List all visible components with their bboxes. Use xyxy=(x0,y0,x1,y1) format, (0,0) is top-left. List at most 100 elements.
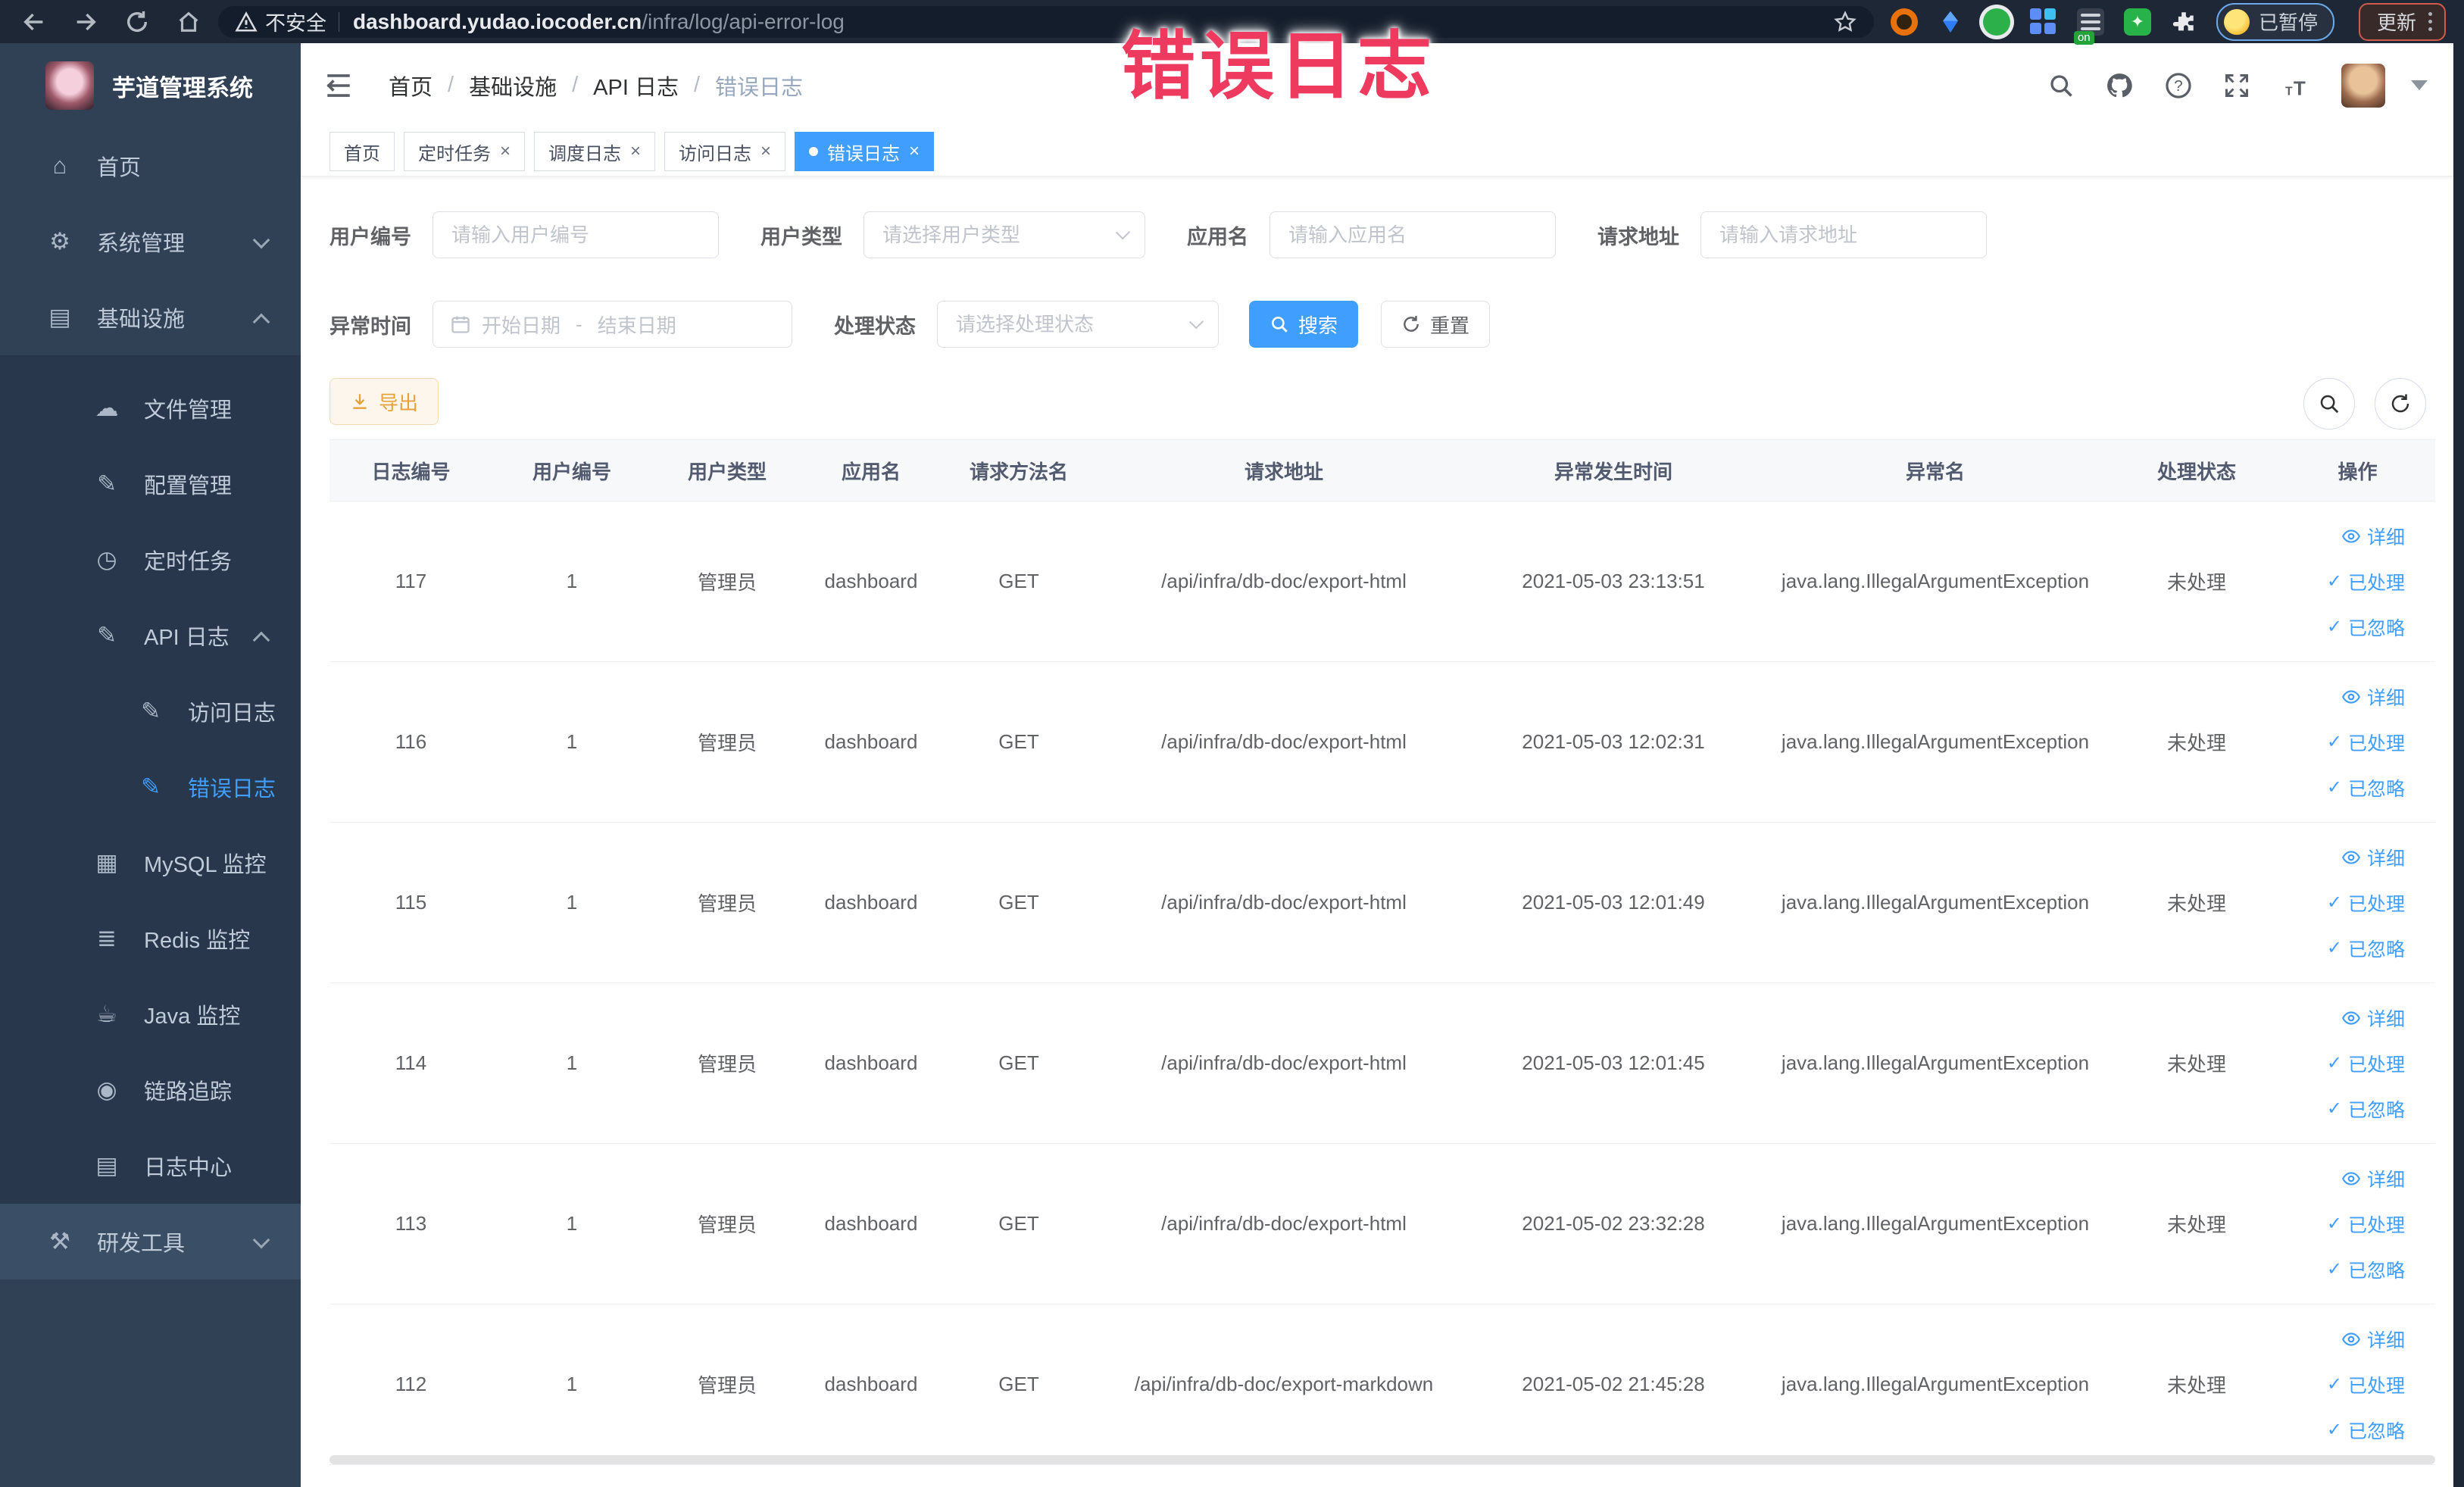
mark-ignored-link[interactable]: ✓ 已忽略 xyxy=(2327,935,2405,962)
reset-button[interactable]: 重置 xyxy=(1381,301,1491,348)
user-id-field[interactable] xyxy=(433,211,719,258)
tab-schedule-log[interactable]: 调度日志 × xyxy=(534,132,656,171)
mark-processed-link[interactable]: ✓ 已处理 xyxy=(2327,1050,2405,1077)
security-label[interactable]: 不安全 xyxy=(265,7,326,36)
sidebar-item-redis-monitor[interactable]: ≣ Redis 监控 xyxy=(0,901,301,976)
toggle-search-button[interactable] xyxy=(2303,378,2355,430)
detail-link[interactable]: 详细 xyxy=(2341,1165,2405,1192)
horizontal-scrollbar[interactable] xyxy=(329,1455,2435,1464)
end-date-placeholder[interactable]: 结束日期 xyxy=(598,311,676,339)
mark-ignored-link[interactable]: ✓ 已忽略 xyxy=(2327,774,2405,801)
request-url-field[interactable] xyxy=(1700,211,1987,258)
browser-menu-icon[interactable] xyxy=(2428,12,2432,31)
sidebar-item-api-log[interactable]: ✎ API 日志 xyxy=(0,598,301,673)
mark-ignored-link[interactable]: ✓ 已忽略 xyxy=(2327,1256,2405,1283)
sidebar-item-home[interactable]: ⌂ 首页 xyxy=(0,128,301,204)
user-type-input[interactable] xyxy=(881,222,1118,248)
sidebar-toggle-icon[interactable] xyxy=(323,72,354,99)
fullscreen-icon[interactable] xyxy=(2223,72,2250,99)
breadcrumb-home[interactable]: 首页 xyxy=(389,70,433,102)
start-date-placeholder[interactable]: 开始日期 xyxy=(482,311,561,339)
search-button[interactable]: 搜索 xyxy=(1249,301,1359,348)
process-status-select[interactable] xyxy=(937,301,1219,348)
mark-processed-link[interactable]: ✓ 已处理 xyxy=(2327,1371,2405,1398)
mark-ignored-link[interactable]: ✓ 已忽略 xyxy=(2327,1095,2405,1123)
extension-sparkle-icon[interactable]: ✦ xyxy=(2123,8,2151,36)
close-icon[interactable]: × xyxy=(630,141,641,162)
user-type-select[interactable] xyxy=(863,211,1145,258)
exception-time-range-picker[interactable]: 开始日期 - 结束日期 xyxy=(433,301,792,348)
table-row: 115 1 管理员 dashboard GET /api/infra/db-do… xyxy=(329,823,2435,983)
process-status-input[interactable] xyxy=(954,311,1191,337)
sidebar-item-config-management[interactable]: ✎ 配置管理 xyxy=(0,446,301,522)
sidebar-item-scheduled-tasks[interactable]: ◷ 定时任务 xyxy=(0,522,301,598)
detail-link[interactable]: 详细 xyxy=(2341,683,2405,711)
sidebar-item-dev-tools[interactable]: ⚒ 研发工具 xyxy=(0,1204,301,1279)
tab-home[interactable]: 首页 xyxy=(329,132,395,171)
sidebar-item-file-management[interactable]: ☁ 文件管理 xyxy=(0,370,301,446)
profile-paused-pill[interactable]: 已暂停 xyxy=(2216,2,2334,41)
mark-ignored-link[interactable]: ✓ 已忽略 xyxy=(2327,1417,2405,1444)
extensions-puzzle-icon[interactable] xyxy=(2171,9,2197,35)
sidebar-item-access-log[interactable]: ✎ 访问日志 xyxy=(0,673,301,749)
sidebar-item-trace[interactable]: ◉ 链路追踪 xyxy=(0,1052,301,1128)
app-name-input[interactable] xyxy=(1287,222,1538,248)
reload-icon[interactable] xyxy=(124,9,150,35)
close-icon[interactable]: × xyxy=(909,141,920,162)
sidebar-item-log-center[interactable]: ▤ 日志中心 xyxy=(0,1128,301,1204)
app-name-field[interactable] xyxy=(1269,211,1556,258)
detail-link[interactable]: 详细 xyxy=(2341,1004,2405,1032)
mark-ignored-link[interactable]: ✓ 已忽略 xyxy=(2327,614,2405,641)
col-user-type: 用户类型 xyxy=(687,460,767,483)
filter-row-1: 用户编号 用户类型 应用名 请求地址 xyxy=(329,211,1987,258)
mark-processed-link[interactable]: ✓ 已处理 xyxy=(2327,568,2405,595)
sidebar-item-mysql-monitor[interactable]: ▦ MySQL 监控 xyxy=(0,825,301,901)
close-icon[interactable]: × xyxy=(500,141,511,162)
sidebar-item-infrastructure[interactable]: ▤ 基础设施 xyxy=(0,280,301,355)
page-url[interactable]: dashboard.yudao.iocoder.cn/infra/log/api… xyxy=(353,10,845,34)
tab-scheduled-tasks[interactable]: 定时任务 × xyxy=(404,132,526,171)
tab-access-log[interactable]: 访问日志 × xyxy=(664,132,786,171)
detail-link[interactable]: 详细 xyxy=(2341,1326,2405,1353)
mark-processed-link[interactable]: ✓ 已处理 xyxy=(2327,729,2405,756)
sidebar-item-system-management[interactable]: ⚙ 系统管理 xyxy=(0,204,301,280)
avatar-dropdown-caret[interactable] xyxy=(2411,80,2428,90)
app-logo-row[interactable]: 芋道管理系统 xyxy=(0,43,301,128)
mark-processed-link[interactable]: ✓ 已处理 xyxy=(2327,1211,2405,1238)
extension-blue-drop-icon[interactable] xyxy=(1938,9,1963,35)
home-browser-icon[interactable] xyxy=(176,9,201,35)
search-icon[interactable] xyxy=(2047,72,2075,99)
close-icon[interactable]: × xyxy=(760,141,771,162)
sidebar-item-java-monitor[interactable]: ☕ Java 监控 xyxy=(0,976,301,1052)
extension-lines-icon[interactable]: on xyxy=(2073,8,2104,45)
user-avatar[interactable] xyxy=(2341,63,2385,108)
help-icon[interactable]: ? xyxy=(2164,71,2193,100)
export-button[interactable]: 导出 xyxy=(329,378,439,425)
forward-icon[interactable] xyxy=(73,9,98,35)
refresh-table-button[interactable] xyxy=(2375,378,2426,430)
font-size-icon[interactable]: TT xyxy=(2281,72,2311,99)
user-id-input[interactable] xyxy=(450,222,701,248)
github-icon[interactable] xyxy=(2105,71,2134,100)
detail-link[interactable]: 详细 xyxy=(2341,844,2405,871)
security-warning-icon xyxy=(235,11,258,31)
request-url-input[interactable] xyxy=(1718,222,1969,248)
sidebar-item-error-log[interactable]: ✎ 错误日志 xyxy=(0,749,301,825)
refresh-icon xyxy=(1404,316,1419,332)
extension-grid-icon[interactable] xyxy=(2029,8,2057,36)
svg-text:T: T xyxy=(2285,85,2293,98)
breadcrumb-api-log[interactable]: API 日志 xyxy=(593,70,679,102)
col-status: 处理状态 xyxy=(2156,460,2236,483)
window-edge-scrollbar[interactable] xyxy=(2453,0,2464,1487)
tab-error-log[interactable]: 错误日志 × xyxy=(795,132,935,171)
chevron-down-icon xyxy=(252,1231,270,1249)
back-icon[interactable] xyxy=(21,9,47,35)
extension-orange-icon[interactable] xyxy=(1890,8,1918,36)
detail-link[interactable]: 详细 xyxy=(2341,523,2405,550)
mark-processed-link[interactable]: ✓ 已处理 xyxy=(2327,889,2405,917)
bookmark-star-icon[interactable] xyxy=(1833,10,1857,34)
extension-green-circle-icon[interactable] xyxy=(1982,8,2010,36)
breadcrumb-infrastructure[interactable]: 基础设施 xyxy=(469,70,557,102)
address-bar[interactable]: 不安全 dashboard.yudao.iocoder.cn/infra/log… xyxy=(218,5,1874,38)
chrome-update-button[interactable]: 更新 xyxy=(2358,2,2446,41)
